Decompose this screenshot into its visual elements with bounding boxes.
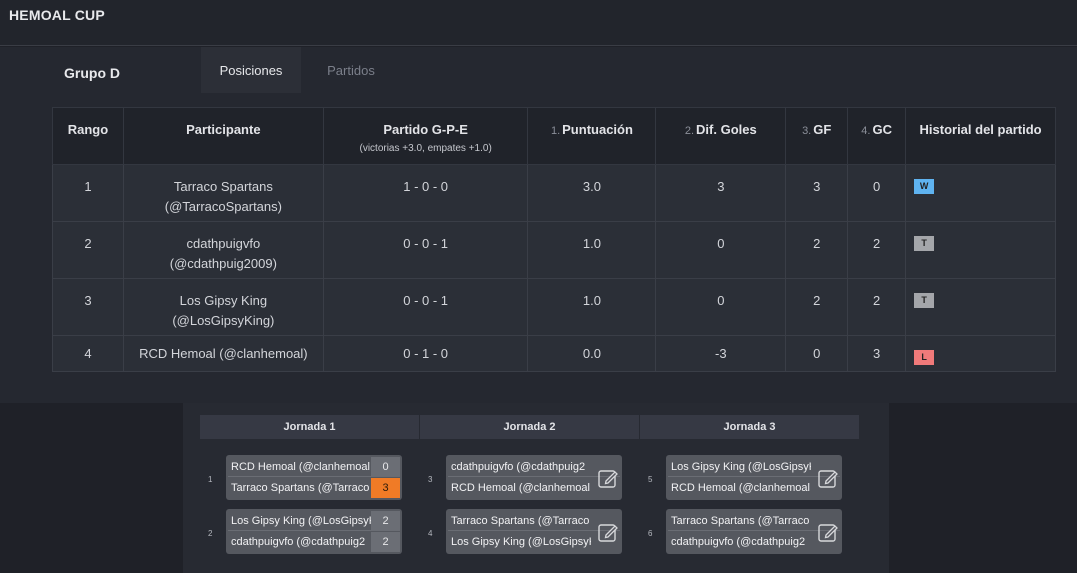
group-header: Grupo D Posiciones Partidos [0, 47, 1077, 95]
table-row: 3 Los Gipsy King (@LosGipsyKing) 0 - 0 - … [52, 278, 1056, 336]
record-cell: 0 - 0 - 1 [322, 221, 529, 279]
rank-cell: 2 [52, 221, 124, 279]
header-gc[interactable]: 4. GC [847, 107, 907, 165]
gc-cell: 3 [847, 335, 907, 372]
standings-table: Rango Participante Partido G-P-E (victori… [52, 107, 1056, 372]
rank-cell: 3 [52, 278, 124, 336]
match-slot-bottom[interactable]: Los Gipsy King (@LosGipsyK [448, 532, 620, 552]
table-row: 4 RCD Hemoal (@clanhemoal) 0 - 1 - 0 0.0… [52, 335, 1056, 372]
header-match-subtitle: (victorias +3.0, empates +1.0) [359, 143, 492, 154]
record-cell: 0 - 0 - 1 [322, 278, 529, 336]
match-slot-top[interactable]: cdathpuigvfo (@cdathpuig2 [448, 457, 620, 477]
match-number: 5 [648, 475, 653, 484]
edit-icon[interactable] [818, 467, 840, 489]
diff-cell: 0 [655, 221, 787, 279]
match-slot-bottom[interactable]: cdathpuigvfo (@cdathpuig2 [668, 532, 840, 552]
top-bar: HEMOAL CUP [0, 0, 1077, 46]
match-card[interactable]: Tarraco Spartans (@Tarraco Los Gipsy Kin… [446, 509, 622, 554]
participant-cell[interactable]: Tarraco Spartans (@TarracoSpartans) [122, 164, 324, 222]
match-card[interactable]: Los Gipsy King (@LosGipsyK 2 cdathpuigvfo… [226, 509, 402, 554]
header-match-record[interactable]: Partido G-P-E (victorias +3.0, empates +1… [322, 107, 529, 165]
diff-cell: -3 [655, 335, 787, 372]
gf-cell: 2 [785, 278, 849, 336]
match-slot-bottom[interactable]: Tarraco Spartans (@Tarraco 3 [228, 478, 400, 498]
match-slot-top[interactable]: Tarraco Spartans (@Tarraco [448, 511, 620, 531]
round-header-jornada-3: Jornada 3 [640, 415, 859, 439]
record-cell: 1 - 0 - 0 [322, 164, 529, 222]
table-row: 1 Tarraco Spartans (@TarracoSpartans) 1 -… [52, 164, 1056, 222]
round-header-jornada-1: Jornada 1 [200, 415, 419, 439]
edit-icon[interactable] [818, 521, 840, 543]
lower-right-background [889, 403, 1077, 573]
match-number: 3 [428, 475, 433, 484]
match-number: 6 [648, 529, 653, 538]
gf-cell: 2 [785, 221, 849, 279]
winning-score-box: 3 [371, 478, 400, 498]
match-number: 2 [208, 529, 213, 538]
gc-cell: 2 [847, 278, 907, 336]
score-box: 0 [371, 457, 400, 476]
header-participant[interactable]: Participante [122, 107, 324, 165]
match-slot-top[interactable]: Los Gipsy King (@LosGipsyK 2 [228, 511, 400, 531]
score-box: 2 [371, 511, 400, 530]
diff-cell: 0 [655, 278, 787, 336]
header-history: Historial del partido [905, 107, 1056, 165]
match-number: 4 [428, 529, 433, 538]
group-title: Grupo D [64, 65, 120, 81]
match-slot-top[interactable]: Tarraco Spartans (@Tarraco [668, 511, 840, 531]
points-cell: 1.0 [527, 221, 657, 279]
tie-badge[interactable]: T [914, 236, 935, 251]
standings-header-row: Rango Participante Partido G-P-E (victori… [52, 107, 1056, 165]
match-card[interactable]: cdathpuigvfo (@cdathpuig2 RCD Hemoal (@c… [446, 455, 622, 500]
match-card[interactable]: Tarraco Spartans (@Tarraco cdathpuigvfo … [666, 509, 842, 554]
record-cell: 0 - 1 - 0 [322, 335, 529, 372]
match-slot-top[interactable]: RCD Hemoal (@clanhemoal 0 [228, 457, 400, 477]
match-card[interactable]: Los Gipsy King (@LosGipsyK RCD Hemoal (@… [666, 455, 842, 500]
match-slot-bottom[interactable]: cdathpuigvfo (@cdathpuig2 2 [228, 532, 400, 552]
participant-cell[interactable]: Los Gipsy King (@LosGipsyKing) [122, 278, 324, 336]
score-box: 2 [371, 532, 400, 552]
diff-cell: 3 [655, 164, 787, 222]
edit-icon[interactable] [598, 467, 620, 489]
gf-cell: 0 [785, 335, 849, 372]
history-cell: W [905, 164, 1056, 222]
participant-cell[interactable]: cdathpuigvfo (@cdathpuig2009) [122, 221, 324, 279]
points-cell: 1.0 [527, 278, 657, 336]
table-row: 2 cdathpuigvfo (@cdathpuig2009) 0 - 0 - 1… [52, 221, 1056, 279]
header-goal-diff[interactable]: 2. Dif. Goles [655, 107, 787, 165]
round-header-jornada-2: Jornada 2 [420, 415, 639, 439]
rank-cell: 1 [52, 164, 124, 222]
lower-left-background [0, 403, 183, 573]
rank-cell: 4 [52, 335, 124, 372]
win-badge[interactable]: W [914, 179, 935, 194]
bracket-panel: Jornada 1 Jornada 2 Jornada 3 1 RCD Hemo… [183, 403, 889, 573]
tab-partidos[interactable]: Partidos [305, 47, 397, 93]
history-cell: T [905, 278, 1056, 336]
loss-badge[interactable]: L [914, 350, 935, 365]
participant-cell[interactable]: RCD Hemoal (@clanhemoal) [122, 335, 324, 372]
gc-cell: 0 [847, 164, 907, 222]
standings-panel: Rango Participante Partido G-P-E (victori… [0, 95, 1077, 403]
gc-cell: 2 [847, 221, 907, 279]
gf-cell: 3 [785, 164, 849, 222]
header-points[interactable]: 1. Puntuación [527, 107, 657, 165]
history-cell: T [905, 221, 1056, 279]
app-title: HEMOAL CUP [9, 7, 105, 23]
match-slot-top[interactable]: Los Gipsy King (@LosGipsyK [668, 457, 840, 477]
points-cell: 3.0 [527, 164, 657, 222]
match-number: 1 [208, 475, 213, 484]
match-slot-bottom[interactable]: RCD Hemoal (@clanhemoal [448, 478, 620, 498]
match-card[interactable]: RCD Hemoal (@clanhemoal 0 Tarraco Spartan… [226, 455, 402, 500]
edit-icon[interactable] [598, 521, 620, 543]
header-rank[interactable]: Rango [52, 107, 124, 165]
match-slot-bottom[interactable]: RCD Hemoal (@clanhemoal [668, 478, 840, 498]
tab-posiciones[interactable]: Posiciones [201, 47, 301, 93]
history-cell: L [905, 335, 1056, 372]
tie-badge[interactable]: T [914, 293, 935, 308]
points-cell: 0.0 [527, 335, 657, 372]
header-gf[interactable]: 3. GF [785, 107, 849, 165]
